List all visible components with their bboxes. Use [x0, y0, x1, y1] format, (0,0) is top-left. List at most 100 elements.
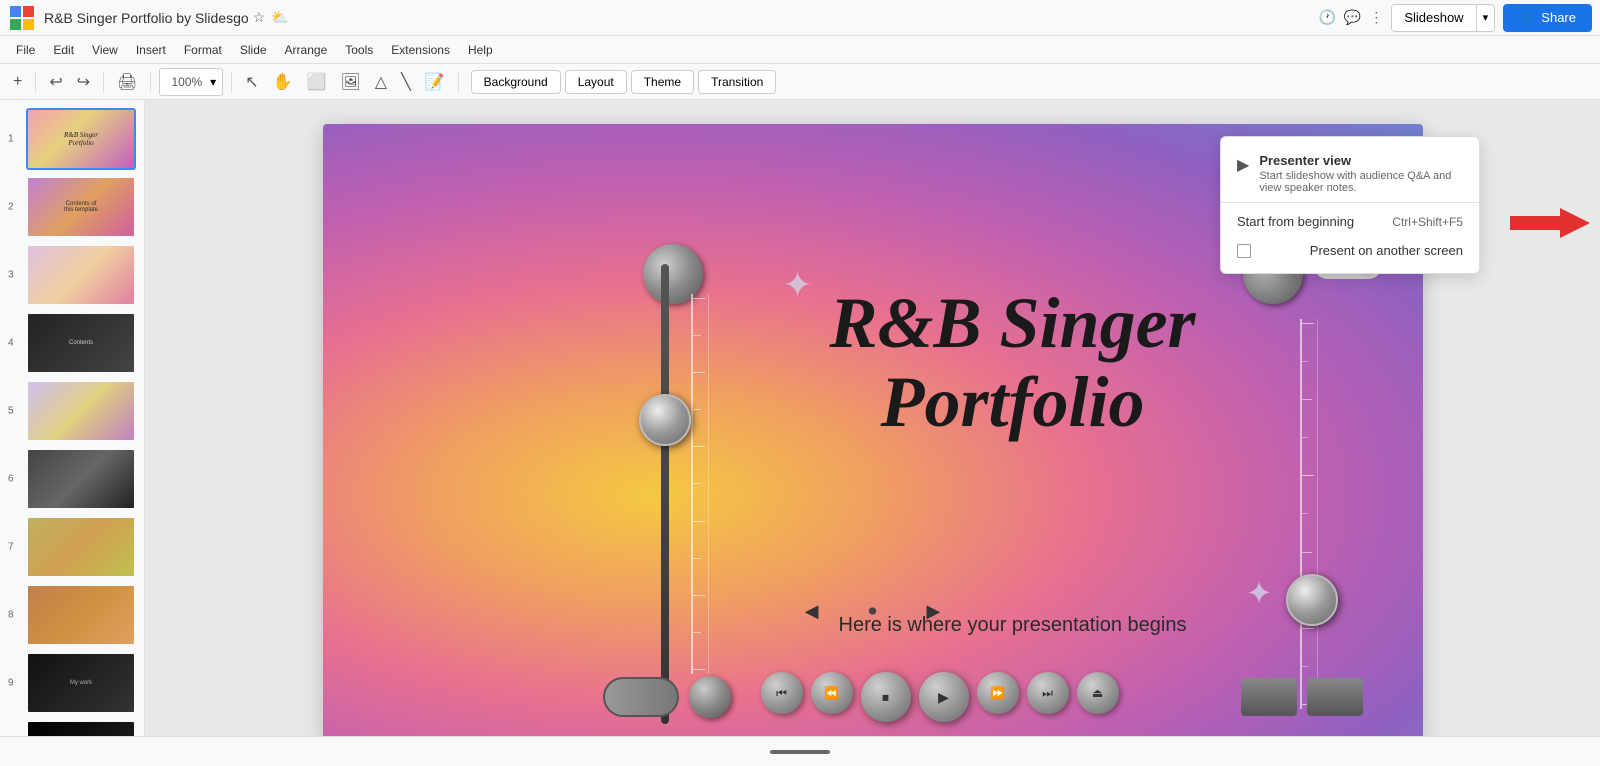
slides-logo-icon: [8, 4, 36, 32]
shape-btn[interactable]: ⬜: [302, 69, 332, 95]
theme-btn[interactable]: Theme: [631, 70, 694, 94]
menu-file[interactable]: File: [8, 40, 43, 60]
presenter-view-text: Presenter view Start slideshow with audi…: [1259, 153, 1463, 194]
present-another-label: Present on another screen: [1310, 243, 1463, 258]
slide-num-7: 7: [8, 542, 14, 553]
background-btn[interactable]: Background: [471, 70, 561, 94]
toolbar-undo-btn[interactable]: ↩: [44, 69, 67, 95]
menu-extensions[interactable]: Extensions: [383, 40, 458, 60]
presenter-view-icon: ▶: [1237, 155, 1249, 175]
toolbar-redo-btn[interactable]: ↪: [72, 69, 95, 95]
star-bottom: ✦: [1246, 574, 1273, 612]
toolbar-sep-4: [231, 72, 232, 92]
app-title: R&B Singer Portfolio by Slidesgo: [44, 10, 249, 26]
slide-num-3: 3: [8, 270, 14, 281]
slideshow-button-group: Slideshow ▾: [1391, 4, 1495, 32]
slider-vertical-left: [661, 264, 669, 724]
star-icon[interactable]: ☆: [253, 9, 266, 26]
toolbar-print-btn[interactable]: 🖨: [112, 69, 142, 95]
screen-btn-1: [1241, 678, 1297, 716]
menu-tools[interactable]: Tools: [337, 40, 381, 60]
big-toggle-btn: [603, 677, 679, 717]
slide-thumbnails: 1R&B SingerPortfolio2Contents ofthis tem…: [6, 108, 138, 766]
slide-thumb-1[interactable]: 1R&B SingerPortfolio: [26, 108, 138, 170]
toolbar-sep-3: [150, 72, 151, 92]
toolbar-sep-1: [35, 72, 36, 92]
note-btn[interactable]: 📝: [420, 69, 450, 95]
eject-btn: ⏏: [1077, 672, 1119, 714]
share-button[interactable]: 👤 Share: [1503, 4, 1592, 32]
play-btn: ▶: [919, 672, 969, 722]
screen-btn-2: [1307, 678, 1363, 716]
red-arrow-svg: [1510, 208, 1590, 238]
slide-thumb-2[interactable]: 2Contents ofthis template: [26, 176, 138, 238]
layout-btn[interactable]: Layout: [565, 70, 627, 94]
canvas-area: ✦ ✦ R&B Singer Portfolio Here is where y…: [145, 100, 1600, 766]
pan-btn[interactable]: ✋: [268, 69, 298, 95]
screen-buttons: [1241, 678, 1363, 716]
prev2-btn: ⏪: [811, 672, 853, 714]
share-label: Share: [1541, 10, 1576, 25]
title-icons: ☆ ⛅: [253, 9, 289, 26]
slide-thumb-6[interactable]: 6: [26, 448, 138, 510]
slide-thumb-4[interactable]: 4Contents: [26, 312, 138, 374]
image-btn[interactable]: 🖼: [335, 69, 365, 95]
slide-panel: 1R&B SingerPortfolio2Contents ofthis tem…: [0, 100, 145, 766]
playhead-prev-icon: ◀: [805, 601, 819, 622]
toolbar-zoom[interactable]: 100% ▾: [159, 68, 223, 96]
shapes-btn[interactable]: △: [370, 69, 392, 95]
menu-arrange[interactable]: Arrange: [277, 40, 336, 60]
menu-edit[interactable]: Edit: [45, 40, 82, 60]
toolbar-right-actions: Background Layout Theme Transition: [471, 70, 777, 94]
playhead-next-icon: ▶: [927, 601, 941, 622]
slide-num-5: 5: [8, 406, 14, 417]
presenter-view-title: Presenter view: [1259, 153, 1463, 168]
slide-thumb-9[interactable]: 9My work: [26, 652, 138, 714]
main-layout: 1R&B SingerPortfolio2Contents ofthis tem…: [0, 100, 1600, 766]
present-another-screen-item[interactable]: Present on another screen: [1221, 236, 1479, 265]
slideshow-main-button[interactable]: Slideshow: [1392, 5, 1475, 31]
slide-num-1: 1: [8, 134, 14, 145]
start-from-beginning-label: Start from beginning: [1237, 214, 1354, 229]
line-btn[interactable]: ╲: [396, 69, 416, 95]
slide-thumb-5[interactable]: 5: [26, 380, 138, 442]
bottom-nav: [0, 736, 1600, 766]
slide-subtitle: Here is where your presentation begins: [703, 614, 1323, 637]
small-knob-1: [689, 676, 731, 718]
slide-thumb-8[interactable]: 8: [26, 584, 138, 646]
zoom-dropdown-icon: ▾: [210, 75, 216, 89]
menu-view[interactable]: View: [84, 40, 126, 60]
menu-bar: File Edit View Insert Format Slide Arran…: [0, 36, 1600, 64]
slideshow-dropdown-button[interactable]: ▾: [1476, 5, 1495, 31]
toolbar-add-btn[interactable]: +: [8, 70, 27, 94]
slide-thumb-7[interactable]: 7: [26, 516, 138, 578]
prev-btn: ⏮: [761, 672, 803, 714]
cursor-btn[interactable]: ↖: [240, 69, 263, 95]
nav-dot: [770, 750, 830, 754]
slideshow-dropdown-popup: ▶ Presenter view Start slideshow with au…: [1220, 136, 1480, 274]
transition-btn[interactable]: Transition: [698, 70, 776, 94]
drive-icon[interactable]: ⛅: [271, 9, 288, 26]
menu-help[interactable]: Help: [460, 40, 501, 60]
comment-icon[interactable]: 💬: [1344, 9, 1361, 26]
start-from-beginning-item[interactable]: Start from beginning Ctrl+Shift+F5: [1221, 207, 1479, 236]
red-arrow-indicator: [1510, 208, 1590, 243]
share-icon: 👤: [1519, 10, 1535, 26]
more-options-icon[interactable]: ⋮: [1369, 9, 1383, 26]
next2-btn: ⏭: [1027, 672, 1069, 714]
slide-num-6: 6: [8, 474, 14, 485]
slide-num-9: 9: [8, 678, 14, 689]
slide-thumb-3[interactable]: 3: [26, 244, 138, 306]
menu-format[interactable]: Format: [176, 40, 230, 60]
play-button-row: ⏮ ⏪ ⏹ ▶ ⏩ ⏭ ⏏: [761, 672, 1119, 722]
menu-slide[interactable]: Slide: [232, 40, 275, 60]
bottom-controls-row: ⏮ ⏪ ⏹ ▶ ⏩ ⏭ ⏏: [603, 672, 1363, 722]
title-bar: R&B Singer Portfolio by Slidesgo ☆ ⛅ 🕐 💬…: [0, 0, 1600, 36]
popup-separator: [1221, 202, 1479, 203]
history-icon[interactable]: 🕐: [1318, 9, 1335, 26]
present-another-checkbox[interactable]: [1237, 244, 1251, 258]
next-btn: ⏩: [977, 672, 1019, 714]
menu-insert[interactable]: Insert: [128, 40, 174, 60]
slide-num-4: 4: [8, 338, 14, 349]
start-shortcut-label: Ctrl+Shift+F5: [1392, 215, 1463, 229]
